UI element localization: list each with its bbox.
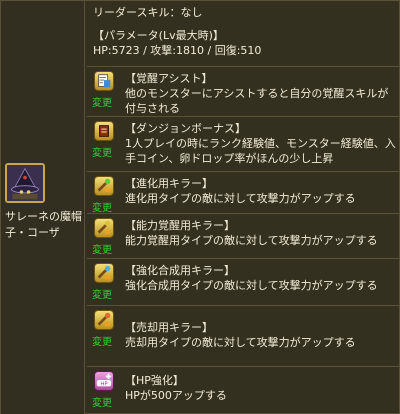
skill-panel: サレーネの魔帽子・コーザ リーダースキル：なし 【パラメータ(Lv最大時)】 H… <box>0 0 400 414</box>
character-avatar[interactable] <box>5 163 45 203</box>
change-link[interactable]: 変更 <box>92 199 112 214</box>
awakening-row: HP 変更 【HP強化】 HPが500アップする <box>87 367 400 414</box>
sell-killer-icon <box>94 310 114 330</box>
params-values: HP:5723 / 攻撃:1810 / 回復:510 <box>93 44 262 57</box>
awakening-title: 【進化用キラー】 <box>125 177 213 190</box>
awakening-title: 【HP強化】 <box>125 374 184 387</box>
character-name: サレーネの魔帽子・コーザ <box>5 210 82 239</box>
awakening-desc: 売却用タイプの敵に対して攻撃力がアップする <box>125 336 356 349</box>
leader-skill: リーダースキル：なし <box>93 6 203 19</box>
awakening-desc: 強化合成用タイプの敵に対して攻撃力がアップする <box>125 279 378 292</box>
change-link[interactable]: 変更 <box>92 144 112 159</box>
awakening-desc: 能力覚醒用タイプの敵に対して攻撃力がアップする <box>125 234 378 247</box>
awakening-row: 変更 【売却用キラー】 売却用タイプの敵に対して攻撃力がアップする <box>87 306 400 367</box>
character-column: サレーネの魔帽子・コーザ <box>1 1 85 414</box>
svg-text:HP: HP <box>100 382 108 388</box>
change-link[interactable]: 変更 <box>92 394 112 409</box>
params-title: 【パラメータ(Lv最大時)】 <box>93 29 224 42</box>
awakening-title: 【売却用キラー】 <box>125 321 213 334</box>
awaken-killer-icon <box>94 218 114 238</box>
awakening-desc: 1人プレイの時にランク経験値、モンスター経験値、入手コイン、卵ドロップ率がほんの… <box>125 137 396 165</box>
awakening-title: 【覚醒アシスト】 <box>125 72 213 85</box>
hp-plus-icon: HP <box>94 371 114 391</box>
dungeon-bonus-icon <box>94 121 114 141</box>
enhance-killer-icon <box>94 263 114 283</box>
evo-killer-icon <box>94 176 114 196</box>
awakening-row: 変更 【能力覚醒用キラー】 能力覚醒用タイプの敵に対して攻撃力がアップする <box>87 214 400 259</box>
awakening-row: 変更 【覚醒アシスト】 他のモンスターにアシストすると自分の覚醒スキルが付与され… <box>87 67 400 117</box>
change-link[interactable]: 変更 <box>92 333 112 348</box>
awakening-assist-icon <box>94 71 114 91</box>
awakening-title: 【ダンジョンボーナス】 <box>125 122 246 135</box>
awakening-title: 【能力覚醒用キラー】 <box>125 219 235 232</box>
awakening-desc: HPが500アップする <box>125 389 227 402</box>
wizard-hat-icon <box>7 165 43 201</box>
awakening-desc: 進化用タイプの敵に対して攻撃力がアップする <box>125 192 356 205</box>
change-link[interactable]: 変更 <box>92 241 112 256</box>
awakening-row: 変更 【ダンジョンボーナス】 1人プレイの時にランク経験値、モンスター経験値、入… <box>87 117 400 172</box>
awakening-row: 変更 【強化合成用キラー】 強化合成用タイプの敵に対して攻撃力がアップする <box>87 259 400 306</box>
awakening-title: 【強化合成用キラー】 <box>125 264 235 277</box>
change-link[interactable]: 変更 <box>92 286 112 301</box>
awakening-row: 変更 【進化用キラー】 進化用タイプの敵に対して攻撃力がアップする <box>87 172 400 214</box>
stats-block: リーダースキル：なし 【パラメータ(Lv最大時)】 HP:5723 / 攻撃:1… <box>87 1 400 67</box>
change-link[interactable]: 変更 <box>92 94 112 109</box>
awakening-desc: 他のモンスターにアシストすると自分の覚醒スキルが付与される <box>125 87 389 115</box>
